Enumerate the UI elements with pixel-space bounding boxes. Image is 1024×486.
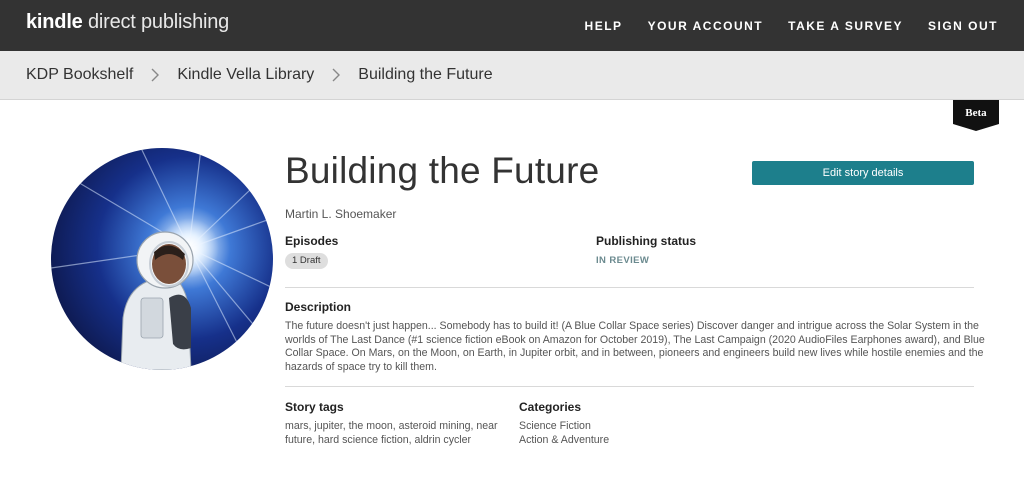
kdp-logo[interactable]: kindle direct publishing bbox=[26, 11, 229, 34]
story-tags-label: Story tags bbox=[285, 400, 344, 414]
section-divider bbox=[285, 386, 974, 387]
publishing-status-label: Publishing status bbox=[596, 234, 697, 248]
story-author: Martin L. Shoemaker bbox=[285, 207, 397, 221]
category-item: Action & Adventure bbox=[519, 434, 610, 446]
beta-label: Beta bbox=[965, 107, 987, 119]
breadcrumb: KDP Bookshelf Kindle Vella Library Build… bbox=[26, 51, 493, 99]
edit-story-details-button[interactable]: Edit story details bbox=[752, 161, 974, 185]
description-label: Description bbox=[285, 300, 352, 314]
chevron-right-icon bbox=[331, 68, 341, 82]
beta-ribbon: Beta bbox=[953, 100, 999, 131]
episodes-draft-badge: 1 Draft bbox=[285, 253, 328, 269]
category-item: Science Fiction bbox=[519, 420, 591, 432]
logo-rest-text: direct publishing bbox=[82, 11, 230, 33]
nav-sign-out-link[interactable]: SIGN OUT bbox=[928, 19, 998, 33]
story-cover-image bbox=[51, 148, 273, 370]
astronaut-cover-art bbox=[51, 148, 273, 370]
top-nav-links: HELP YOUR ACCOUNT TAKE A SURVEY SIGN OUT bbox=[585, 0, 998, 51]
nav-help-link[interactable]: HELP bbox=[585, 19, 623, 33]
nav-take-survey-link[interactable]: TAKE A SURVEY bbox=[788, 19, 903, 33]
nav-your-account-link[interactable]: YOUR ACCOUNT bbox=[648, 19, 764, 33]
breadcrumb-bar: KDP Bookshelf Kindle Vella Library Build… bbox=[0, 51, 1024, 100]
top-navigation-bar: kindle direct publishing HELP YOUR ACCOU… bbox=[0, 0, 1024, 51]
story-title: Building the Future bbox=[285, 150, 600, 191]
story-tags: mars, jupiter, the moon, asteroid mining… bbox=[285, 420, 498, 446]
publishing-status-value: IN REVIEW bbox=[596, 255, 650, 266]
breadcrumb-current-story: Building the Future bbox=[358, 66, 493, 83]
breadcrumb-kindle-vella-library[interactable]: Kindle Vella Library bbox=[177, 66, 314, 84]
story-description: The future doesn't just happen... Somebo… bbox=[285, 320, 985, 374]
episodes-label: Episodes bbox=[285, 234, 339, 248]
chevron-right-icon bbox=[150, 68, 160, 82]
categories-label: Categories bbox=[519, 400, 582, 414]
section-divider bbox=[285, 287, 974, 288]
logo-kindle-text: kindle bbox=[26, 11, 83, 33]
breadcrumb-kdp-bookshelf[interactable]: KDP Bookshelf bbox=[26, 66, 133, 84]
